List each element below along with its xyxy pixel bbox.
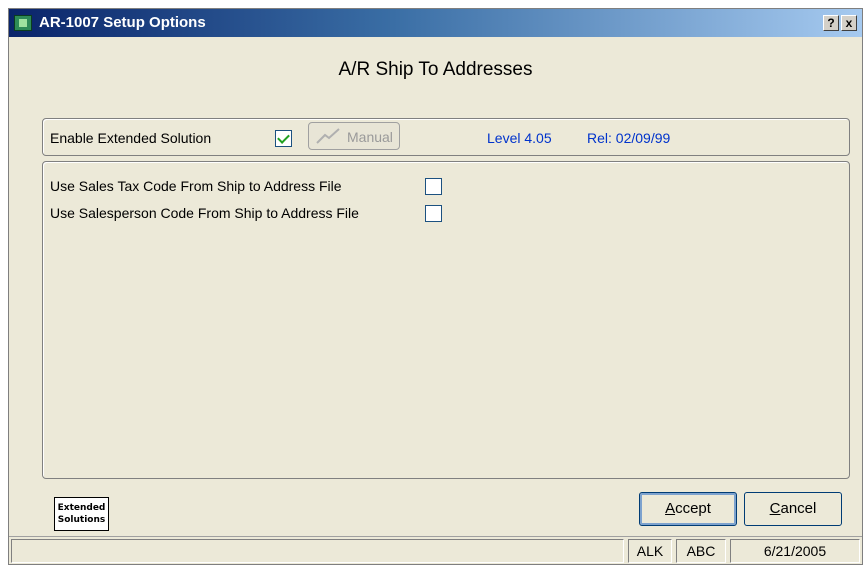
app-icon [14, 15, 32, 31]
salesperson-option-checkbox[interactable] [425, 205, 442, 222]
title-bar[interactable]: AR-1007 Setup Options ? x [9, 9, 862, 37]
salesperson-option-label: Use Salesperson Code From Ship to Addres… [50, 205, 359, 221]
setup-options-window: AR-1007 Setup Options ? x A/R Ship To Ad… [8, 8, 863, 565]
accept-button[interactable]: Accept [639, 492, 737, 526]
release-date-text: Rel: 02/09/99 [587, 130, 671, 146]
cancel-mnemonic: C [769, 500, 781, 517]
extended-solutions-logo: Extended Solutions [54, 497, 109, 531]
status-user: ALK [628, 539, 672, 563]
manual-pen-icon [316, 128, 340, 144]
cancel-label-rest: ancel [780, 500, 817, 517]
status-date: 6/21/2005 [730, 539, 860, 563]
level-text: Level 4.05 [487, 130, 552, 146]
status-message-cell [11, 539, 624, 563]
accept-label-rest: ccept [675, 500, 711, 517]
status-bar: ALK ABC 6/21/2005 [9, 536, 862, 564]
status-company: ABC [676, 539, 726, 563]
window-title: AR-1007 Setup Options [39, 14, 206, 31]
cancel-button[interactable]: Cancel [744, 492, 842, 526]
logo-line2: Solutions [57, 515, 106, 525]
close-button[interactable]: x [841, 15, 857, 31]
sales-tax-option-label: Use Sales Tax Code From Ship to Address … [50, 178, 342, 194]
enable-extended-label: Enable Extended Solution [50, 130, 212, 146]
manual-button[interactable]: Manual [308, 122, 400, 150]
page-title: A/R Ship To Addresses [338, 59, 533, 80]
sales-tax-option-checkbox[interactable] [425, 178, 442, 195]
enable-extended-checkbox[interactable] [275, 130, 292, 147]
manual-button-label: Manual [347, 129, 393, 145]
accept-mnemonic: A [665, 500, 676, 517]
help-button[interactable]: ? [823, 15, 839, 31]
logo-line1: Extended [57, 503, 106, 513]
